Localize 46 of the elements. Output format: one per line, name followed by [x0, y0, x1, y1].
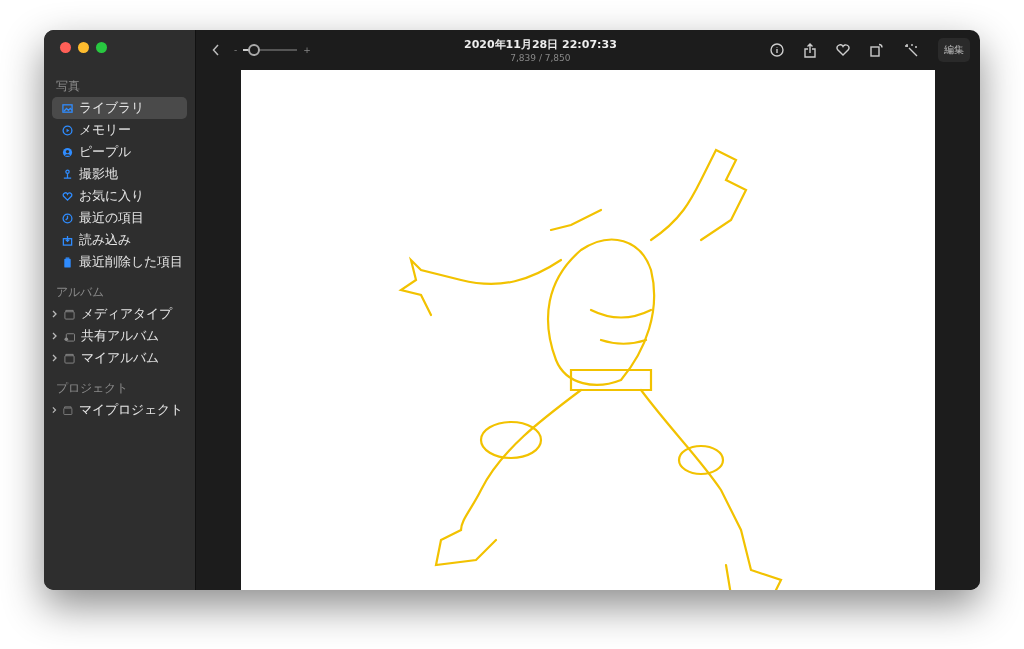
zoom-in-label: +	[303, 45, 311, 55]
chevron-icon[interactable]	[52, 354, 58, 362]
sidebar-item[interactable]: 撮影地	[52, 163, 187, 185]
sidebar-item[interactable]: メディアタイプ	[52, 303, 187, 325]
folder-icon	[64, 352, 75, 364]
folder-icon	[64, 308, 75, 320]
edit-button[interactable]: 編集	[938, 38, 970, 62]
sidebar-item[interactable]: メモリー	[52, 119, 187, 141]
sidebar-item[interactable]: マイアルバム	[52, 347, 187, 369]
chevron-icon[interactable]	[52, 332, 58, 340]
zoom-out-label: -	[234, 45, 238, 55]
section-title: アルバム	[55, 285, 105, 300]
heart-icon[interactable]	[836, 44, 850, 56]
sidebar-item[interactable]: 最近の項目	[52, 207, 187, 229]
sidebar-item[interactable]: 読み込み	[52, 229, 187, 251]
rotate-icon[interactable]	[870, 43, 884, 57]
trash-icon	[62, 256, 73, 268]
play-circle-icon	[62, 124, 73, 136]
photos-icon	[62, 102, 73, 114]
chevron-icon[interactable]	[52, 310, 58, 318]
heart-icon	[62, 190, 73, 202]
folder-icon	[63, 404, 73, 416]
clock-icon	[62, 212, 73, 224]
magic-wand-icon[interactable]	[904, 43, 918, 57]
import-icon	[62, 234, 73, 246]
section-title: 写真	[55, 79, 81, 94]
chevron-icon[interactable]	[52, 406, 58, 414]
photo-count: 7,839 / 7,850	[510, 53, 571, 63]
zoom-slider[interactable]	[243, 44, 298, 56]
sidebar-item[interactable]: 最近削除した項目	[52, 251, 187, 273]
section-title: プロジェクト	[55, 381, 129, 396]
back-icon[interactable]	[212, 44, 220, 56]
shared-folder-icon	[64, 330, 75, 342]
share-icon[interactable]	[804, 42, 816, 58]
sidebar-item[interactable]: ライブラリ	[52, 97, 187, 119]
sidebar-item[interactable]: ピープル	[52, 141, 187, 163]
zoom-button[interactable]	[96, 42, 107, 53]
sidebar-item[interactable]: マイプロジェクト	[52, 399, 187, 421]
info-icon[interactable]	[770, 43, 784, 57]
person-icon	[62, 146, 73, 158]
pin-icon	[62, 168, 73, 180]
window-title: 2020年11月28日 22:07:33	[464, 37, 617, 52]
sidebar-item[interactable]: 共有アルバム	[52, 325, 187, 347]
minimize-button[interactable]	[78, 42, 89, 53]
sidebar-item[interactable]: お気に入り	[52, 185, 187, 207]
close-button[interactable]	[60, 42, 71, 53]
